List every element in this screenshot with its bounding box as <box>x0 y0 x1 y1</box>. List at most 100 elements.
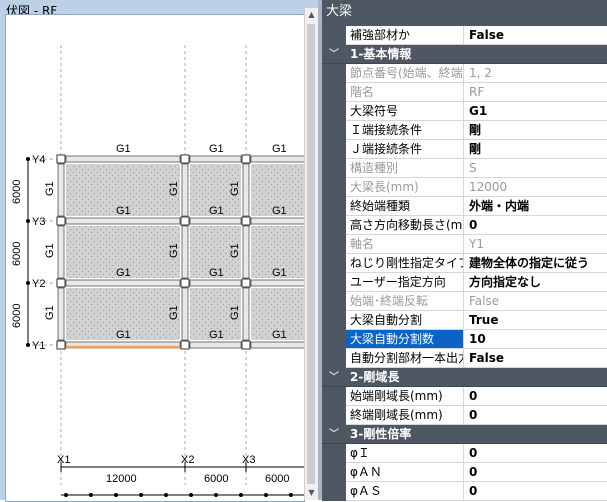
property-value[interactable]: 方向指定なし <box>465 273 607 291</box>
girder-beam[interactable] <box>65 155 181 163</box>
property-row[interactable]: φＩ 0 <box>322 444 607 463</box>
floor-plan-drawing[interactable]: G1 G1 G1 G1 G1 G1 G1 G1 G1 G1 G1 G1 G1 G1 G1 G1 G1 G1 G1 G1… <box>6 15 304 501</box>
property-value[interactable]: 0 <box>465 216 607 234</box>
collapse-chevron-icon[interactable]: ﹀ <box>329 45 339 64</box>
girder-beam[interactable] <box>250 341 304 349</box>
property-value[interactable]: 剛 <box>465 140 607 158</box>
girder-label: G1 <box>116 205 131 217</box>
property-row-gutter <box>322 178 346 197</box>
column-node[interactable] <box>241 340 251 350</box>
column-node[interactable] <box>56 154 66 164</box>
property-category[interactable]: ﹀ 2-剛域長 <box>322 368 607 387</box>
collapse-chevron-icon[interactable]: ﹀ <box>329 425 339 444</box>
girder-label: G1 <box>209 267 224 279</box>
property-value[interactable]: True <box>465 311 607 329</box>
property-value[interactable]: G1 <box>465 102 607 120</box>
property-row[interactable]: 高さ方向移動長さ(mm)0 <box>322 216 607 235</box>
property-name: 大梁自動分割数 <box>346 330 464 348</box>
property-row[interactable]: 自動分割部材一本出力 False <box>322 349 607 368</box>
scroll-down-arrow-icon[interactable]: ▼ <box>305 486 318 500</box>
column-node[interactable] <box>241 278 251 288</box>
column-node[interactable] <box>56 278 66 288</box>
girder-beam[interactable] <box>181 225 189 279</box>
girder-beam[interactable] <box>57 287 65 341</box>
dimension-tick <box>26 281 30 285</box>
property-row[interactable]: φＡＳ 0 <box>322 482 607 501</box>
property-row[interactable]: 始端剛域長(mm) 0 <box>322 387 607 406</box>
property-name: 大梁符号 <box>346 102 464 120</box>
property-row[interactable]: 軸名 Y1 <box>322 235 607 254</box>
dimension-tick <box>139 493 143 497</box>
column-node[interactable] <box>180 216 190 226</box>
girder-beam[interactable] <box>57 163 65 217</box>
property-value[interactable]: 剛 <box>465 121 607 139</box>
column-node[interactable] <box>180 278 190 288</box>
property-value[interactable]: False <box>465 349 607 367</box>
property-value[interactable]: 10 <box>465 330 607 348</box>
property-category[interactable]: ﹀ 1-基本情報 <box>322 45 607 64</box>
property-name: 高さ方向移動長さ(mm) <box>346 216 464 234</box>
girder-beam[interactable] <box>189 279 242 287</box>
dimension-label: 6000 <box>265 473 289 485</box>
property-value[interactable]: 0 <box>465 482 607 500</box>
scroll-up-arrow-icon[interactable]: ▲ <box>305 8 318 22</box>
girder-label: G1 <box>272 205 287 217</box>
column-node[interactable] <box>56 216 66 226</box>
girder-beam[interactable] <box>189 217 242 225</box>
property-value: 1, 2 <box>469 66 492 80</box>
girder-beam[interactable] <box>189 341 242 349</box>
property-row[interactable]: 補強部材か False <box>322 26 607 45</box>
column-node[interactable] <box>241 216 251 226</box>
property-row[interactable]: 終端剛域長(mm) 0 <box>322 406 607 425</box>
collapse-chevron-icon[interactable]: ﹀ <box>329 368 339 387</box>
girder-beam[interactable] <box>65 217 181 225</box>
property-row[interactable]: 階名 RF <box>322 83 607 102</box>
property-value[interactable]: 建物全体の指定に従う <box>465 254 607 272</box>
girder-beam[interactable] <box>242 225 250 279</box>
column-node[interactable] <box>180 154 190 164</box>
property-row[interactable]: ユーザー指定方向 方向指定なし <box>322 273 607 292</box>
property-row[interactable]: Ｉ端接続条件剛 <box>322 121 607 140</box>
girder-beam[interactable] <box>65 279 181 287</box>
property-value[interactable]: 外端・内端 <box>465 197 607 215</box>
column-node[interactable] <box>56 340 66 350</box>
property-row[interactable]: ねじり剛性指定タイプ 建物全体の指定に従う <box>322 254 607 273</box>
property-row-gutter <box>322 482 346 501</box>
girder-beam[interactable] <box>250 217 304 225</box>
plan-window: 伏図 - RF G1 G1 G1 G1 G1 G1 G1 G1 G1 G1 G1 G1 G1 G1 G1 G1… <box>0 0 318 502</box>
property-value[interactable]: 0 <box>465 463 607 481</box>
property-row[interactable]: Ｊ端接続条件剛 <box>322 140 607 159</box>
girder-beam[interactable] <box>242 163 250 217</box>
girder-beam[interactable] <box>189 155 242 163</box>
girder-beam[interactable] <box>250 279 304 287</box>
property-row[interactable]: 構造種別 S <box>322 159 607 178</box>
girder-label: G1 <box>209 329 224 341</box>
property-category[interactable]: ﹀ 3-剛性倍率 <box>322 425 607 444</box>
property-row[interactable]: 節点番号(始端、終端) 1, 2 <box>322 64 607 83</box>
property-value[interactable]: False <box>465 26 607 44</box>
property-row[interactable]: φＡＮ 0 <box>322 463 607 482</box>
girder-beam[interactable] <box>57 225 65 279</box>
property-row[interactable]: 大梁符号 G1 <box>322 102 607 121</box>
girder-beam[interactable] <box>250 155 304 163</box>
plan-canvas[interactable]: G1 G1 G1 G1 G1 G1 G1 G1 G1 G1 G1 G1 G1 G1 G1 G1 G1 G1 G1 G1… <box>5 14 305 502</box>
girder-beam[interactable] <box>242 287 250 341</box>
girder-beam[interactable] <box>181 287 189 341</box>
property-row-gutter <box>322 197 346 216</box>
property-row[interactable]: 終始端種類 外端・内端 <box>322 197 607 216</box>
property-row[interactable]: 大梁自動分割 True <box>322 311 607 330</box>
girder-beam[interactable] <box>181 163 189 217</box>
column-node[interactable] <box>180 340 190 350</box>
property-row[interactable]: 大梁自動分割数 10 <box>322 330 607 349</box>
property-value[interactable]: 0 <box>465 406 607 424</box>
grid-label-y: Y2 <box>32 278 45 290</box>
property-name: 大梁自動分割 <box>346 311 464 329</box>
column-node[interactable] <box>241 154 251 164</box>
property-value[interactable]: 0 <box>465 387 607 405</box>
property-row[interactable]: 始端･終端反転 False <box>322 292 607 311</box>
girder-label: G1 <box>209 143 224 155</box>
property-value[interactable]: 0 <box>465 444 607 462</box>
vertical-scrollbar[interactable]: ▲ ▼ <box>304 8 318 500</box>
scroll-thumb[interactable] <box>307 24 315 484</box>
property-row[interactable]: 大梁長(mm) 12000 <box>322 178 607 197</box>
